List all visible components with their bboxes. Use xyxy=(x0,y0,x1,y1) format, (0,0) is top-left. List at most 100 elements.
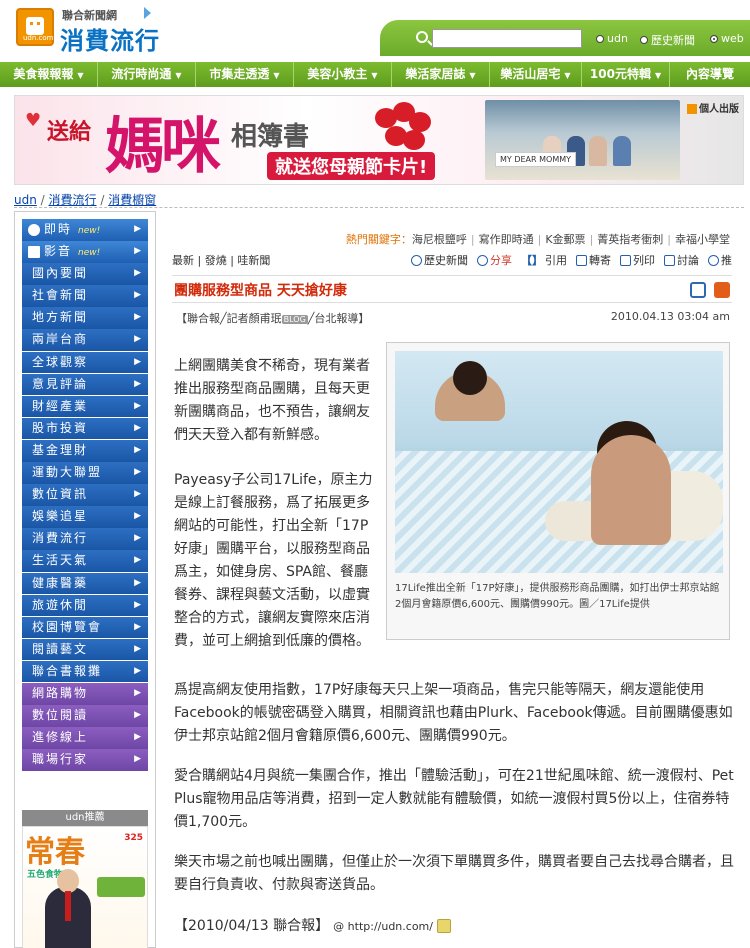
article-toolbar: 最新 | 發燒 | 哇新聞 歷史新聞 分享 【】 引用 轉寄 列印 討論 推 xyxy=(172,252,732,270)
breadcrumb: udn / 消費流行 / 消費櫥窗 xyxy=(14,193,157,207)
sidebar-item[interactable]: 全球觀察 ▶ xyxy=(22,351,148,374)
banner-card-text: MY DEAR MOMMY xyxy=(495,152,577,167)
search-input[interactable] xyxy=(432,29,582,48)
sidebar-item[interactable]: 旅遊休閒 ▶ xyxy=(22,594,148,617)
sidebar-item[interactable]: 財經產業 ▶ xyxy=(22,395,148,418)
heart-icon: ♥ xyxy=(25,110,42,131)
arrow-right-icon: ▶ xyxy=(134,378,143,389)
source-url[interactable]: @ http://udn.com/ xyxy=(333,920,433,933)
sidebar-item[interactable]: 地方新聞 ▶ xyxy=(22,307,148,329)
nav-item-market[interactable]: 市集走透透 ▼ xyxy=(196,62,294,87)
sidebar-item-service[interactable]: 數位閱讀 ▶ xyxy=(22,705,148,727)
share-icon xyxy=(477,254,488,266)
tool-latest[interactable]: 最新 xyxy=(172,254,194,267)
sidebar-item[interactable]: 閱讀藝文 ▶ xyxy=(22,638,148,661)
magazine-cover[interactable]: 常春 325 五色食物 xyxy=(22,826,148,948)
hot-keyword-link[interactable]: 幸福小學堂 xyxy=(675,233,730,246)
radio-icon xyxy=(596,34,604,43)
sidebar: 即時 new! ▶ 影音 new! ▶ 國內要聞 ▶ 社會新聞 ▶ 地方新聞 ▶ 兩岸台商 ▶ 全球觀察… xyxy=(14,211,156,948)
sidebar-item[interactable]: 聯合書報攤 ▶ xyxy=(22,660,148,683)
sidebar-item-realtime[interactable]: 即時 new! ▶ xyxy=(22,219,148,241)
tool-push[interactable]: 推 xyxy=(708,252,732,268)
nav-item-beauty[interactable]: 美容小教主 ▼ xyxy=(294,62,392,87)
banner-line1: 送給 xyxy=(47,120,92,145)
nav-item-guide[interactable]: 內容導覽 xyxy=(670,62,750,87)
sidebar-item[interactable]: 社會新聞 ▶ xyxy=(22,285,148,307)
arrow-right-icon: ▶ xyxy=(134,643,143,654)
article-source: 【2010/04/13 聯合報】 @ http://udn.com/ xyxy=(174,915,451,935)
sidebar-item[interactable]: 生活天氣 ▶ xyxy=(22,550,148,572)
tool-history[interactable]: 歷史新聞 xyxy=(411,252,468,268)
arrow-right-icon: ▶ xyxy=(134,290,143,301)
sidebar-item[interactable]: 消費流行 ▶ xyxy=(22,528,148,550)
top-nav: 美食報報報 ▼ 流行時尚通 ▼ 市集走透透 ▼ 美容小教主 ▼ 樂活家居誌 ▼ 樂活山居宅… xyxy=(0,62,750,87)
arrow-right-icon: ▶ xyxy=(134,489,143,500)
hot-keyword-link[interactable]: 海尼根鹽呼 xyxy=(412,233,467,246)
article-photo[interactable] xyxy=(395,351,723,573)
sidebar-item[interactable]: 股市投資 ▶ xyxy=(22,417,148,440)
recommend-header: udn推薦 xyxy=(22,810,148,826)
font-size-icon[interactable] xyxy=(690,282,706,298)
sidebar-item[interactable]: 娛樂追星 ▶ xyxy=(22,506,148,528)
arrow-right-icon: ▶ xyxy=(134,467,143,478)
sidebar-item[interactable]: 意見評論 ▶ xyxy=(22,373,148,396)
article-paragraph: 愛合購網站4月與統一集團合作，推出「體驗活動」，可在21世紀風味館、統一渡假村、… xyxy=(174,768,734,830)
ad-banner[interactable]: ♥ 送給 媽咪 相簿書 就送您母親節卡片! MY DEAR MOMMY 個人出版 xyxy=(14,95,744,185)
search-option-web[interactable]: web xyxy=(710,32,744,45)
arrow-right-icon: ▶ xyxy=(134,732,143,743)
sidebar-item[interactable]: 兩岸台商 ▶ xyxy=(22,329,148,352)
keyword-separator: | xyxy=(667,233,671,246)
banner-big-text: 媽咪 xyxy=(105,112,221,182)
blog-badge[interactable]: BLOG xyxy=(281,314,308,324)
sidebar-item[interactable]: 校園博覽會 ▶ xyxy=(22,616,148,639)
sidebar-item[interactable]: 基金理財 ▶ xyxy=(22,439,148,462)
sidebar-menu: 即時 new! ▶ 影音 new! ▶ 國內要聞 ▶ 社會新聞 ▶ 地方新聞 ▶ 兩岸台商 ▶ 全球觀察… xyxy=(22,219,148,771)
sidebar-item-service[interactable]: 進修線上 ▶ xyxy=(22,727,148,749)
arrow-right-icon: ▶ xyxy=(134,268,143,279)
family-photo xyxy=(485,100,680,180)
tool-forward[interactable]: 轉寄 xyxy=(576,252,611,268)
arrow-right-icon: ▶ xyxy=(134,555,143,566)
tool-wow[interactable]: 哇新聞 xyxy=(237,254,270,267)
breadcrumb-udn[interactable]: udn xyxy=(14,193,37,207)
search-option-udn[interactable]: udn xyxy=(596,32,628,45)
sidebar-item-service[interactable]: 職場行家 ▶ xyxy=(22,749,148,771)
sidebar-item-service[interactable]: 網路購物 ▶ xyxy=(22,682,148,705)
nav-item-food[interactable]: 美食報報報 ▼ xyxy=(0,62,98,87)
hot-keyword-link[interactable]: 菁英指考衝刺 xyxy=(597,233,663,246)
search-icon[interactable] xyxy=(416,31,428,43)
nav-item-100[interactable]: 100元特輯 ▼ xyxy=(582,62,670,87)
video-icon xyxy=(28,245,40,258)
hot-keyword-link[interactable]: 寫作即時通 xyxy=(479,233,534,246)
udn-logo-icon[interactable]: udn.com xyxy=(16,8,54,46)
banner-line2: 相簿書 xyxy=(231,122,310,152)
tool-cite[interactable]: 【】 引用 xyxy=(521,252,567,268)
arrow-right-icon: ▶ xyxy=(134,422,143,433)
search-option-history[interactable]: 歷史新聞 xyxy=(640,32,695,48)
arrow-right-icon: ▶ xyxy=(134,599,143,610)
breadcrumb-window[interactable]: 消費櫥窗 xyxy=(108,193,156,207)
breadcrumb-consumer[interactable]: 消費流行 xyxy=(49,193,97,207)
nav-item-fashion[interactable]: 流行時尚通 ▼ xyxy=(98,62,196,87)
article-paragraph: 爲提高網友使用指數，17P好康每天只上架一項商品，售完只能等隔天，網友還能使用F… xyxy=(174,682,733,744)
sidebar-item[interactable]: 運動大聯盟 ▶ xyxy=(22,462,148,484)
nav-item-mountain[interactable]: 樂活山居宅 ▼ xyxy=(490,62,582,87)
hot-keyword-link[interactable]: K金郵票 xyxy=(545,233,585,246)
bookmark-icon[interactable] xyxy=(714,282,730,298)
sidebar-item-video[interactable]: 影音 new! ▶ xyxy=(22,241,148,263)
arrow-right-icon: ▶ xyxy=(134,710,143,721)
sidebar-item[interactable]: 數位資訊 ▶ xyxy=(22,484,148,506)
sidebar-item[interactable]: 國內要聞 ▶ xyxy=(22,263,148,285)
tool-hot[interactable]: 發燒 xyxy=(205,254,227,267)
cover-badge xyxy=(97,877,145,897)
page: udn.com 聯合新聞網 消費流行 udn 歷史新聞 web 美食報報報 ▼ 流… xyxy=(0,0,750,948)
sidebar-item[interactable]: 健康醫藥 ▶ xyxy=(22,572,148,595)
tool-share[interactable]: 分享 xyxy=(477,252,512,268)
tool-discuss[interactable]: 討論 xyxy=(664,252,699,268)
nav-item-home[interactable]: 樂活家居誌 ▼ xyxy=(392,62,490,87)
site-title[interactable]: 消費流行 xyxy=(60,21,160,56)
article-paragraph: Payeasy子公司17Life，原主力是線上訂餐服務，爲了拓展更多網站的可能性… xyxy=(174,472,373,649)
tool-print[interactable]: 列印 xyxy=(620,252,655,268)
arrow-right-icon: ▶ xyxy=(134,444,143,455)
radio-icon xyxy=(640,36,648,44)
